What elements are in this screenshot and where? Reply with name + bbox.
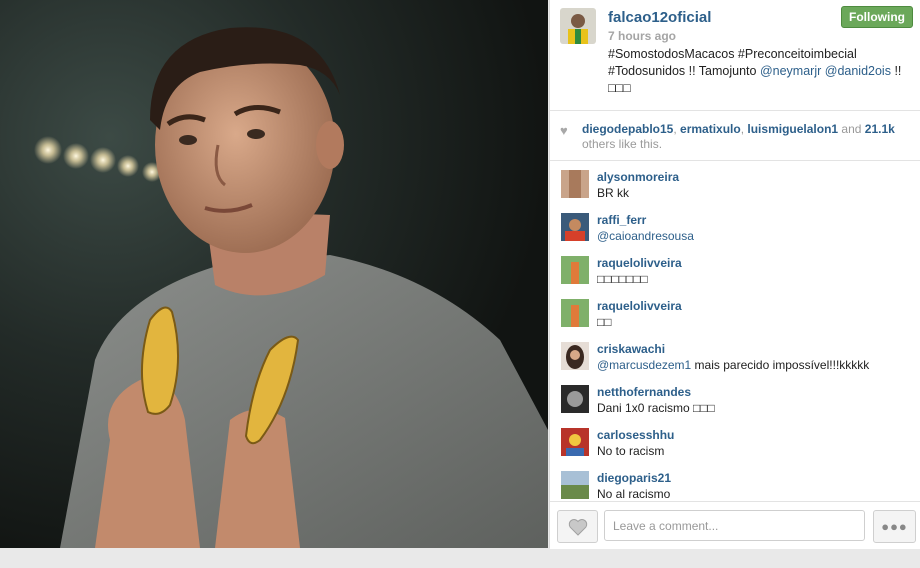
following-button[interactable]: Following — [841, 6, 913, 28]
comment-text: □□□□□□□ — [597, 272, 648, 286]
commenter-avatar[interactable] — [561, 213, 589, 241]
likes-and: and — [838, 122, 865, 136]
commenter-username[interactable]: netthofernandes — [597, 385, 691, 399]
comment-text: No al racismo — [597, 487, 670, 501]
comment-text: □□ — [597, 315, 612, 329]
comment-item: raffi_ferr @caioandresousa — [550, 204, 920, 247]
commenter-username[interactable]: alysonmoreira — [597, 170, 679, 184]
liker-link[interactable]: luismiguelalon1 — [747, 122, 838, 136]
commenter-avatar[interactable] — [561, 256, 589, 284]
comment-footer: Leave a comment... ●●● — [550, 501, 920, 549]
caption-emoji: □□□ — [608, 81, 631, 95]
caption-mention-neymarjr[interactable]: @neymarjr — [760, 64, 821, 78]
commenter-username[interactable]: carlosesshhu — [597, 428, 674, 442]
more-options-button[interactable]: ●●● — [873, 510, 916, 543]
comment-text: Dani 1x0 racismo □□□ — [597, 401, 715, 415]
comment-text: @marcusdezem1 mais parecido impossível!!… — [597, 358, 869, 372]
liker-link[interactable]: diegodepablo15 — [582, 122, 673, 136]
likes-suffix: others like this. — [582, 137, 663, 151]
like-button[interactable] — [557, 510, 598, 543]
comment-text: @caioandresousa — [597, 229, 694, 243]
comment-mention[interactable]: @caioandresousa — [597, 229, 694, 243]
comment-list[interactable]: alysonmoreira BR kk raffi_ferr @caioandr… — [550, 161, 920, 501]
comment-mention[interactable]: @marcusdezem1 — [597, 358, 691, 372]
ellipsis-icon: ●●● — [881, 519, 908, 534]
heart-icon: ♥ — [560, 123, 568, 138]
comment-item: diegoparis21 No al racismo — [550, 462, 920, 501]
commenter-avatar[interactable] — [561, 385, 589, 413]
comment-body: mais parecido impossível!!!kkkkk — [691, 358, 870, 372]
comment-text: BR kk — [597, 186, 629, 200]
post-caption: #SomostodosMacacos #Preconceitoimbecial … — [608, 46, 908, 97]
comment-item: raquelolivveira □□ — [550, 290, 920, 333]
commenter-avatar[interactable] — [561, 299, 589, 327]
comment-body: □□□□□□□ — [597, 272, 648, 286]
likes-summary: ♥ diegodepablo15, ermatixulo, luismiguel… — [550, 111, 920, 161]
commenter-username[interactable]: raquelolivveira — [597, 256, 682, 270]
caption-mention-danid2ois[interactable]: @danid2ois — [825, 64, 891, 78]
comment-item: carlosesshhu No to racism — [550, 419, 920, 462]
post-header: falcao12oficial 7 hours ago Following #S… — [550, 0, 920, 111]
comment-item: alysonmoreira BR kk — [550, 161, 920, 204]
likes-count[interactable]: 21.1k — [865, 122, 895, 136]
comment-body: No to racism — [597, 444, 665, 458]
heart-outline-icon — [568, 518, 587, 536]
author-username[interactable]: falcao12oficial — [608, 9, 711, 26]
comment-body: □□ — [597, 315, 612, 329]
comment-item: netthofernandes Dani 1x0 racismo □□□ — [550, 376, 920, 419]
post-timestamp: 7 hours ago — [608, 29, 677, 43]
comment-item: criskawachi @marcusdezem1 mais parecido … — [550, 333, 920, 376]
author-avatar[interactable] — [560, 8, 596, 44]
comment-body: BR kk — [597, 186, 630, 200]
commenter-avatar[interactable] — [561, 170, 589, 198]
comment-item: raquelolivveira □□□□□□□ — [550, 247, 920, 290]
likes-text: diegodepablo15, ermatixulo, luismiguelal… — [582, 122, 895, 151]
commenter-avatar[interactable] — [561, 342, 589, 370]
comment-text: No to racism — [597, 444, 664, 458]
commenter-username[interactable]: raffi_ferr — [597, 213, 646, 227]
caption-text-end: !! — [890, 64, 902, 78]
photo-image — [0, 0, 548, 548]
commenter-avatar[interactable] — [561, 471, 589, 499]
commenter-username[interactable]: diegoparis21 — [597, 471, 671, 485]
comment-body: No al racismo — [597, 487, 671, 501]
comment-input[interactable]: Leave a comment... — [604, 510, 865, 541]
commenter-username[interactable]: criskawachi — [597, 342, 665, 356]
commenter-username[interactable]: raquelolivveira — [597, 299, 682, 313]
liker-link[interactable]: ermatixulo — [680, 122, 741, 136]
post-photo[interactable] — [0, 0, 548, 548]
avatar-image — [560, 8, 596, 44]
post-detail-panel: falcao12oficial 7 hours ago Following #S… — [549, 0, 920, 549]
comment-body: Dani 1x0 racismo □□□ — [597, 401, 715, 415]
commenter-avatar[interactable] — [561, 428, 589, 456]
